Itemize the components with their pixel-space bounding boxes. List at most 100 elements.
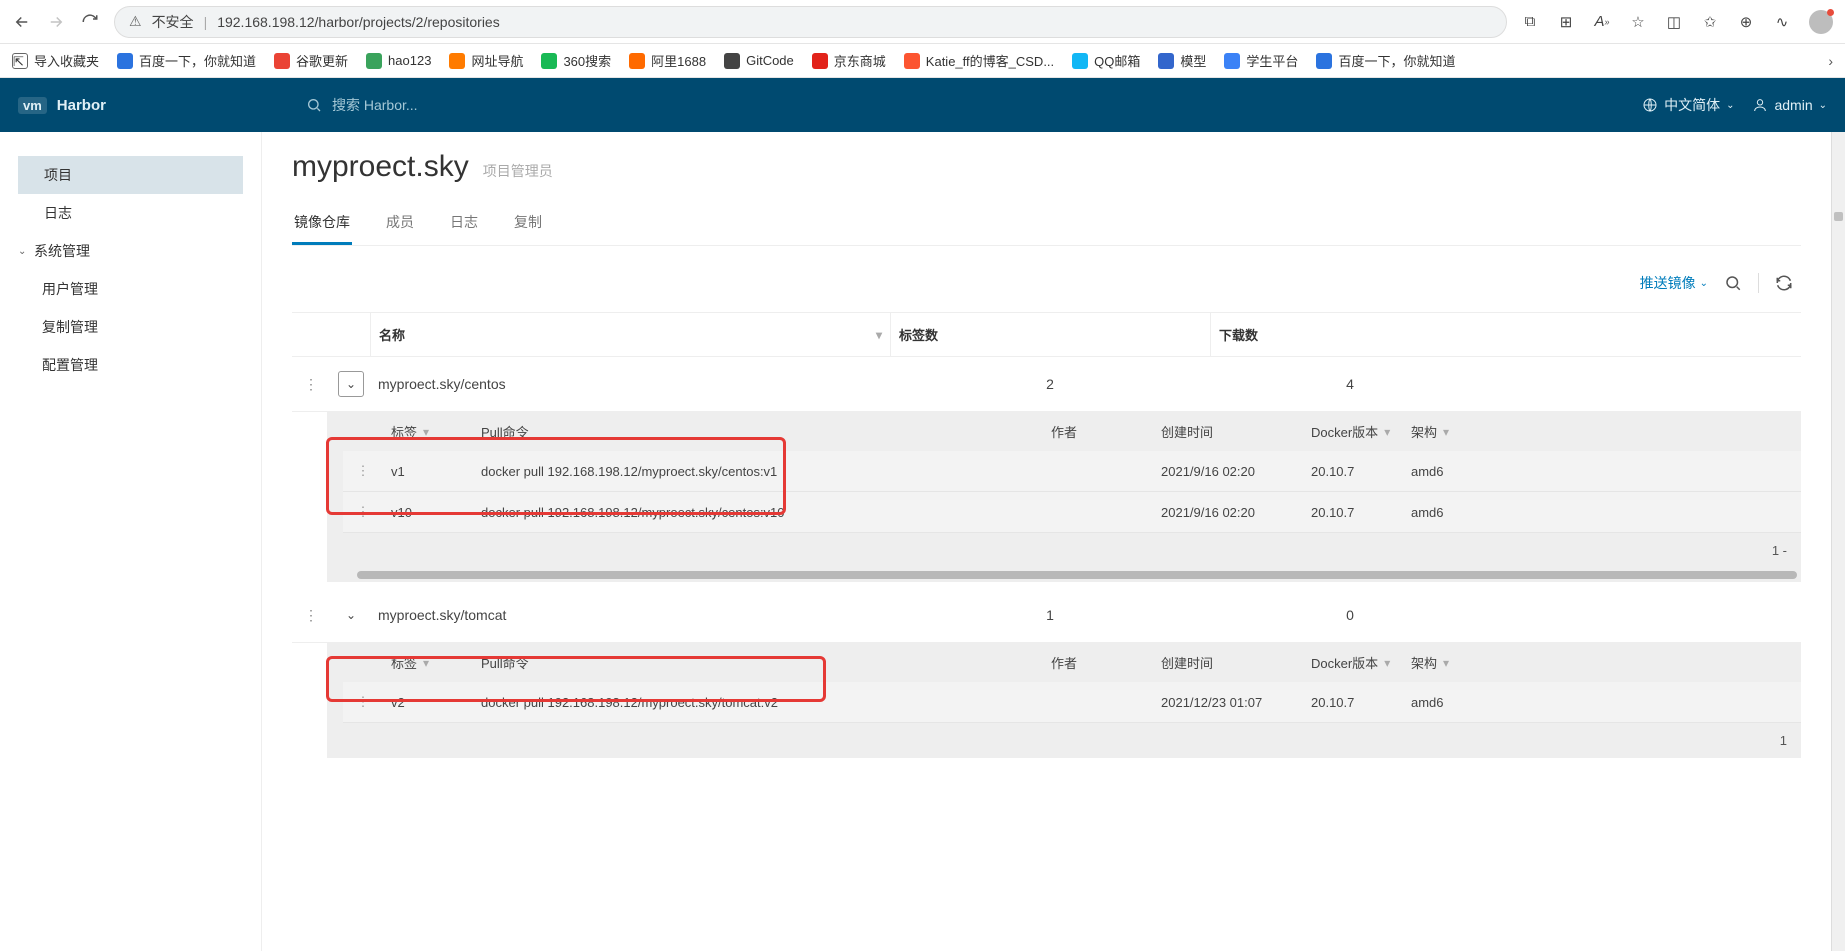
- expand-button[interactable]: ⌄: [338, 371, 364, 397]
- page-scrollbar[interactable]: [1831, 132, 1845, 951]
- import-icon: ⇱: [12, 53, 28, 69]
- separator: |: [204, 14, 208, 30]
- tag-actions[interactable]: ⋮: [343, 492, 383, 532]
- language-selector[interactable]: 中文简体 ⌄: [1642, 95, 1734, 115]
- filter-icon[interactable]: ▾: [876, 328, 882, 342]
- tag-row: ⋮ v10 docker pull 192.168.198.12/myproec…: [343, 492, 1801, 533]
- favicon: [366, 53, 382, 69]
- sidebar-item-project[interactable]: 项目: [18, 156, 243, 194]
- tab-members[interactable]: 成员: [384, 202, 416, 245]
- tag-author: [1043, 690, 1153, 714]
- search-button[interactable]: [1722, 272, 1744, 294]
- filter-icon[interactable]: ▾: [423, 656, 429, 670]
- bookmark-item[interactable]: hao123: [366, 53, 431, 69]
- tag-actions[interactable]: ⋮: [343, 451, 383, 491]
- bookmark-item[interactable]: QQ邮箱: [1072, 51, 1140, 70]
- tag-row: ⋮ v1 docker pull 192.168.198.12/myproect…: [343, 451, 1801, 492]
- text-icon[interactable]: A»: [1593, 13, 1611, 31]
- chevron-down-icon: ⌄: [1819, 100, 1827, 111]
- bookmark-item[interactable]: GitCode: [724, 53, 794, 69]
- filter-icon[interactable]: ▾: [423, 425, 429, 439]
- user-menu[interactable]: admin ⌄: [1752, 97, 1827, 113]
- bookmark-label: 百度一下，你就知道: [139, 51, 256, 70]
- bookmark-label: QQ邮箱: [1094, 51, 1140, 70]
- push-label: 推送镜像: [1640, 273, 1696, 293]
- sidebar-item-user-mgmt[interactable]: 用户管理: [0, 270, 261, 308]
- bookmark-label: 网址导航: [471, 51, 523, 70]
- horizontal-scrollbar[interactable]: [343, 568, 1801, 582]
- tag-footer: 1: [343, 723, 1801, 758]
- favorite-icon[interactable]: ✩: [1701, 13, 1719, 31]
- filter-icon[interactable]: ▾: [1443, 656, 1449, 670]
- brand-logo[interactable]: vm Harbor: [18, 97, 106, 114]
- favicon: [117, 53, 133, 69]
- bookmark-item[interactable]: 360搜索: [541, 51, 611, 70]
- vmware-icon: vm: [18, 97, 47, 114]
- bookmark-item[interactable]: 学生平台: [1224, 51, 1298, 70]
- filter-icon[interactable]: ▾: [1384, 656, 1390, 670]
- profile-avatar[interactable]: [1809, 10, 1833, 34]
- refresh-button[interactable]: [80, 12, 100, 32]
- tab-repositories[interactable]: 镜像仓库: [292, 202, 352, 245]
- bookmark-item[interactable]: 百度一下，你就知道: [1316, 51, 1455, 70]
- bookmark-item[interactable]: 谷歌更新: [274, 51, 348, 70]
- expand-button[interactable]: ⌄: [338, 602, 364, 628]
- bookmarks-overflow[interactable]: ›: [1828, 53, 1833, 69]
- row-actions[interactable]: ⋮: [292, 593, 330, 638]
- repository-table: 名称▾ 标签数 下载数 ⋮ ⌄ myproect.sky/centos 2 4 …: [292, 312, 1801, 758]
- sidebar-sysadmin-label: 系统管理: [34, 241, 90, 261]
- row-actions[interactable]: ⋮: [292, 362, 330, 407]
- insecure-label: 不安全: [152, 12, 194, 32]
- refresh-button[interactable]: [1773, 272, 1795, 294]
- brand-label: Harbor: [57, 97, 106, 114]
- sidebar: 项目 日志 ⌄ 系统管理 用户管理 复制管理 配置管理: [0, 132, 262, 951]
- performance-icon[interactable]: ∿: [1773, 13, 1791, 31]
- tab-replication[interactable]: 复制: [512, 202, 544, 245]
- app-header: vm Harbor 搜索 Harbor... 中文简体 ⌄ admin ⌄: [0, 78, 1845, 132]
- tag-arch: amd6: [1403, 493, 1801, 532]
- tag-actions[interactable]: ⋮: [343, 682, 383, 722]
- bookmark-label: 京东商城: [834, 51, 886, 70]
- import-bookmarks[interactable]: ⇱ 导入收藏夹: [12, 51, 99, 70]
- filter-icon[interactable]: ▾: [1443, 425, 1449, 439]
- tag-created: 2021/9/16 02:20: [1153, 493, 1303, 532]
- tag-author: [1043, 500, 1153, 524]
- back-button[interactable]: [12, 12, 32, 32]
- push-image-button[interactable]: 推送镜像 ⌄: [1640, 273, 1708, 293]
- bookmark-item[interactable]: 阿里1688: [629, 51, 706, 70]
- filter-icon[interactable]: ▾: [1384, 425, 1390, 439]
- reader-icon[interactable]: ◫: [1665, 13, 1683, 31]
- docker-version: 20.10.7: [1303, 683, 1403, 722]
- address-bar[interactable]: ⚠ 不安全 | 192.168.198.12/harbor/projects/2…: [114, 6, 1507, 38]
- bookmark-item[interactable]: 百度一下，你就知道: [117, 51, 256, 70]
- tag-footer: 1 -: [343, 533, 1801, 568]
- globe-icon: [1642, 97, 1658, 113]
- bookmark-item[interactable]: 京东商城: [812, 51, 886, 70]
- forward-button[interactable]: [46, 12, 66, 32]
- bookmark-item[interactable]: 模型: [1158, 51, 1206, 70]
- sidebar-item-log[interactable]: 日志: [18, 194, 243, 232]
- tabs-bar: 镜像仓库 成员 日志 复制: [292, 202, 1801, 246]
- star-icon[interactable]: ☆: [1629, 13, 1647, 31]
- bookmark-label: 百度一下，你就知道: [1338, 51, 1455, 70]
- bookmark-label: hao123: [388, 53, 431, 68]
- grid-icon[interactable]: ⊞: [1557, 13, 1575, 31]
- header-search[interactable]: 搜索 Harbor...: [306, 95, 418, 115]
- collections-icon[interactable]: ⊕: [1737, 13, 1755, 31]
- favicon: [812, 53, 828, 69]
- tag-created: 2021/9/16 02:20: [1153, 452, 1303, 491]
- chevron-down-icon: ⌄: [18, 246, 28, 257]
- sidebar-item-replication[interactable]: 复制管理: [0, 308, 261, 346]
- bookmark-item[interactable]: Katie_ff的博客_CSD...: [904, 51, 1054, 70]
- desktop-icon[interactable]: ⧉: [1521, 13, 1539, 31]
- tab-logs[interactable]: 日志: [448, 202, 480, 245]
- chevron-down-icon: ⌄: [1726, 100, 1734, 111]
- warning-icon: ⚠: [129, 13, 142, 30]
- col-name: 名称: [379, 325, 405, 344]
- sidebar-item-config[interactable]: 配置管理: [0, 346, 261, 384]
- sidebar-group-sysadmin[interactable]: ⌄ 系统管理: [0, 232, 261, 270]
- repo-name[interactable]: myproect.sky/centos: [370, 362, 890, 406]
- repo-name[interactable]: myproect.sky/tomcat: [370, 593, 890, 637]
- bookmark-item[interactable]: 网址导航: [449, 51, 523, 70]
- chevron-down-icon: ⌄: [1700, 278, 1708, 289]
